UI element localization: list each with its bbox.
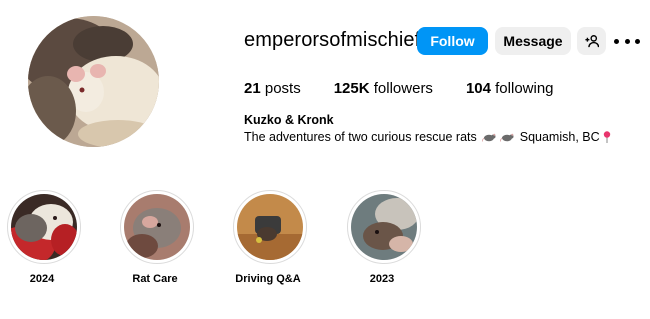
- profile-avatar[interactable]: [28, 16, 159, 147]
- highlight-cover: [124, 194, 190, 260]
- username: emperorsofmischief: [244, 29, 421, 51]
- highlight-ring: [233, 190, 307, 264]
- posts-stat: 21 posts: [244, 80, 301, 97]
- highlight-cover: [351, 194, 417, 260]
- following-count: 104: [465, 80, 491, 97]
- following-label: following: [495, 80, 554, 97]
- message-button[interactable]: Message: [495, 27, 571, 55]
- following-stat[interactable]: 104 following: [466, 80, 554, 97]
- posts-count: 21: [244, 80, 261, 97]
- more-dot-icon: [635, 38, 640, 44]
- highlight-label: 2024: [29, 273, 55, 285]
- posts-label: posts: [264, 80, 301, 97]
- round-pushpin-icon: [603, 131, 610, 143]
- add-user-button[interactable]: [577, 27, 606, 55]
- highlight-label: 2023: [369, 273, 395, 285]
- highlight-item[interactable]: Driving Q&A: [233, 190, 307, 285]
- highlight-label: Rat Care: [132, 273, 178, 285]
- bio: The adventures of two curious rescue rat…: [244, 130, 611, 144]
- followers-count: 125K: [333, 80, 370, 97]
- profile-stats: 21 posts 125K followers 104 following: [244, 80, 587, 97]
- highlight-cover: [11, 194, 77, 260]
- rat-photo-icon: [11, 194, 77, 260]
- rat-emoji-icon: [482, 133, 496, 142]
- highlight-item[interactable]: 2023: [347, 190, 421, 285]
- rat-emoji-icon: [500, 133, 514, 142]
- highlight-item[interactable]: 2024: [7, 190, 81, 285]
- rat-photo-avatar-icon: [28, 16, 159, 147]
- full-name: Kuzko & Kronk: [244, 113, 334, 127]
- rat-photo-icon: [124, 194, 190, 260]
- highlight-label: Driving Q&A: [235, 273, 301, 285]
- highlight-ring: [7, 190, 81, 264]
- more-dot-icon: [614, 38, 619, 44]
- followers-label: followers: [373, 80, 433, 97]
- highlight-item[interactable]: Rat Care: [120, 190, 194, 285]
- add-user-icon: [584, 35, 599, 48]
- rat-driving-photo-icon: [237, 194, 303, 260]
- highlight-cover: [237, 194, 303, 260]
- rat-photo-icon: [351, 194, 417, 260]
- bio-text: The adventures of two curious rescue rat…: [244, 130, 477, 144]
- more-dot-icon: [624, 38, 630, 44]
- followers-stat[interactable]: 125K followers: [334, 80, 433, 97]
- highlight-ring: [120, 190, 194, 264]
- more-options-button[interactable]: [614, 33, 640, 49]
- follow-button[interactable]: Follow: [417, 27, 488, 55]
- bio-location: Squamish, BC: [519, 130, 600, 144]
- highlight-ring: [347, 190, 421, 264]
